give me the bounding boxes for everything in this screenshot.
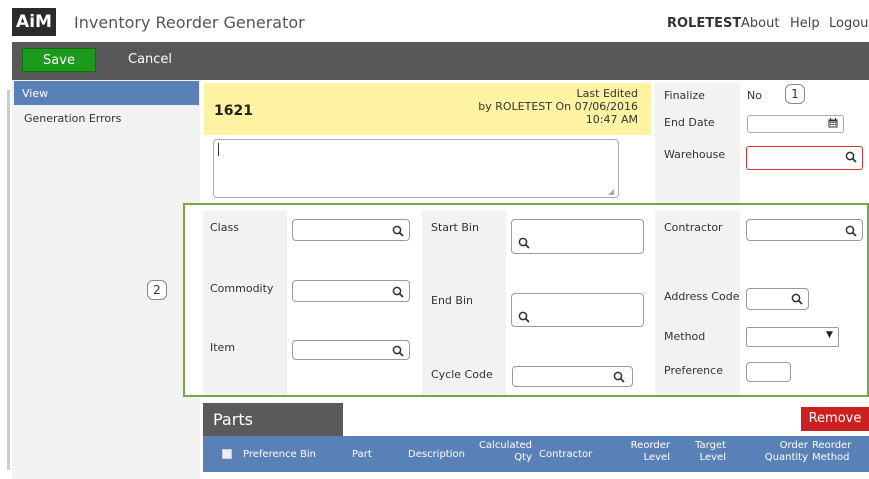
column-header-text: Quantity <box>764 452 808 463</box>
column-header-text: Calculated <box>478 440 532 451</box>
cycle-code-label: Cycle Code <box>431 368 493 381</box>
column-header-text: Reorder <box>630 440 670 451</box>
column-header-text: Reorder <box>812 440 852 451</box>
record-id: 1621 <box>214 103 253 119</box>
search-icon[interactable] <box>518 237 530 249</box>
column-header-text: Qty <box>514 452 532 463</box>
nav-help-link[interactable]: Help <box>790 16 820 31</box>
item-label: Item <box>210 341 236 354</box>
sidebar <box>12 80 200 479</box>
search-icon[interactable] <box>392 225 404 237</box>
nav-logout-link[interactable]: Logout <box>829 16 869 31</box>
last-edited-info: Last Edited by ROLETEST On 07/06/2016 10… <box>470 87 638 126</box>
end-date-label: End Date <box>664 116 715 129</box>
column-header-preference[interactable]: Preference <box>243 449 297 461</box>
column-header-text: Level <box>699 452 726 463</box>
column-header-text: Level <box>643 452 670 463</box>
remove-button[interactable]: Remove <box>801 407 869 431</box>
save-button[interactable]: Save <box>22 48 96 72</box>
end-bin-input[interactable] <box>511 293 644 327</box>
column-header-target-level[interactable]: Target Level <box>676 440 726 464</box>
app-title: Inventory Reorder Generator <box>74 13 305 32</box>
preference-label: Preference <box>664 364 723 377</box>
last-edited-label: Last Edited <box>576 87 638 100</box>
column-header-text: Order <box>779 440 808 451</box>
criteria-label-column <box>203 211 287 395</box>
notes-textarea[interactable] <box>213 139 619 198</box>
column-header-contractor[interactable]: Contractor <box>539 449 592 461</box>
chevron-down-icon[interactable]: ▼ <box>826 330 833 340</box>
app-logo[interactable]: AiM <box>12 8 56 36</box>
warehouse-label: Warehouse <box>664 148 726 161</box>
start-bin-label: Start Bin <box>431 221 479 234</box>
cancel-button[interactable]: Cancel <box>128 48 172 72</box>
column-header-order-quantity[interactable]: Order Quantity <box>756 440 808 464</box>
column-header-reorder-method[interactable]: Reorder Method <box>812 440 864 464</box>
nav-about-link[interactable]: About <box>741 16 779 31</box>
finalize-value[interactable]: No <box>747 89 762 102</box>
sidebar-edge <box>7 90 10 470</box>
resize-grip-icon[interactable]: ◢ <box>608 187 614 196</box>
column-header-bin[interactable]: Bin <box>300 449 316 461</box>
class-label: Class <box>210 221 239 234</box>
search-icon[interactable] <box>392 286 404 298</box>
sidebar-item-generation-errors[interactable]: Generation Errors <box>14 108 121 125</box>
search-icon[interactable] <box>845 151 857 163</box>
parts-tab[interactable]: Parts <box>203 403 343 436</box>
last-edited-time: 10:47 AM <box>585 113 638 126</box>
select-all-checkbox[interactable] <box>222 449 232 459</box>
contractor-label: Contractor <box>664 221 723 234</box>
commodity-label: Commodity <box>210 282 274 295</box>
callout-badge-2: 2 <box>147 280 167 300</box>
column-header-text: Method <box>812 452 850 463</box>
last-edited-by: by ROLETEST On 07/06/2016 <box>478 100 638 113</box>
search-icon[interactable] <box>791 293 803 305</box>
sidebar-item-view[interactable]: View <box>14 81 199 105</box>
finalize-label: Finalize <box>664 89 705 102</box>
search-icon[interactable] <box>392 345 404 357</box>
callout-badge-1: 1 <box>785 84 805 104</box>
search-icon[interactable] <box>613 371 625 383</box>
method-label: Method <box>664 330 706 343</box>
column-header-part[interactable]: Part <box>352 449 372 461</box>
column-header-calculated-qty[interactable]: Calculated Qty <box>478 440 532 464</box>
column-header-description[interactable]: Description <box>408 449 465 461</box>
search-icon[interactable] <box>518 311 530 323</box>
nav-user-link[interactable]: ROLETEST <box>667 16 741 31</box>
preference-input[interactable] <box>746 362 791 382</box>
column-header-reorder-level[interactable]: Reorder Level <box>620 440 670 464</box>
calendar-icon[interactable] <box>828 118 838 128</box>
search-icon[interactable] <box>845 225 857 237</box>
start-bin-input[interactable] <box>511 219 644 254</box>
column-header-text: Target <box>695 440 726 451</box>
address-code-label: Address Code <box>664 290 740 303</box>
end-bin-label: End Bin <box>431 294 473 307</box>
